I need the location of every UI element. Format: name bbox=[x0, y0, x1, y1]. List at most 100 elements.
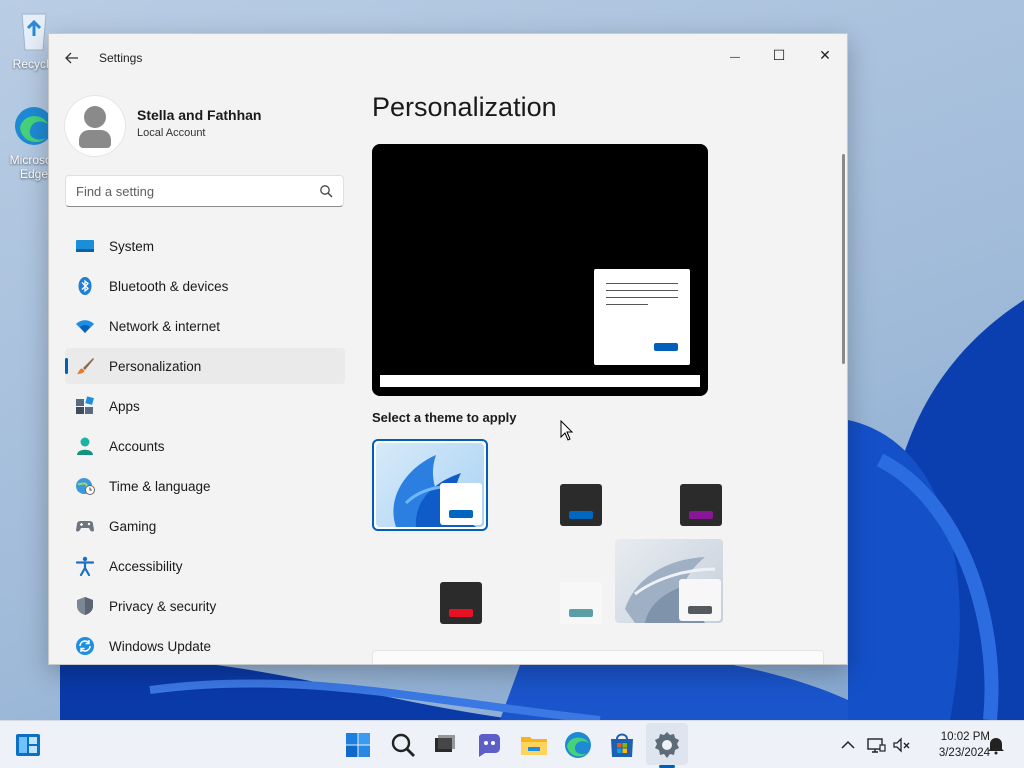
back-button[interactable] bbox=[61, 48, 83, 68]
theme-accent-pill bbox=[569, 609, 593, 617]
start-icon[interactable] bbox=[342, 729, 374, 761]
sidebar-item-label: Windows Update bbox=[109, 639, 212, 654]
settings-card[interactable] bbox=[372, 650, 824, 664]
shield-icon bbox=[77, 597, 93, 615]
theme-dark-purple[interactable] bbox=[659, 439, 775, 531]
minimize-icon: — bbox=[730, 52, 740, 63]
sidebar-item-network[interactable]: Network & internet bbox=[65, 308, 345, 344]
preview-text-line bbox=[606, 304, 648, 305]
chat-icon[interactable] bbox=[473, 729, 505, 761]
sidebar-item-label: Personalization bbox=[109, 359, 202, 374]
theme-section-label: Select a theme to apply bbox=[372, 410, 517, 425]
sidebar-item-time-language[interactable]: Time & language bbox=[65, 468, 345, 504]
volume-muted-icon[interactable] bbox=[892, 735, 912, 755]
maximize-button[interactable]: ☐ bbox=[757, 40, 801, 70]
clock-time: 10:02 PM bbox=[940, 731, 990, 743]
avatar-head-shape bbox=[84, 106, 106, 128]
search-input[interactable] bbox=[76, 182, 306, 200]
preview-text-line bbox=[606, 283, 678, 284]
search-icon[interactable] bbox=[387, 729, 419, 761]
sidebar-item-apps[interactable]: Apps bbox=[65, 388, 345, 424]
sidebar-item-label: Accessibility bbox=[109, 559, 183, 574]
settings-window: Settings — ☐ ✕ Stella and Fathhan Local … bbox=[48, 33, 848, 665]
close-icon: ✕ bbox=[819, 47, 831, 63]
widgets-icon[interactable] bbox=[12, 729, 44, 761]
avatar bbox=[65, 96, 125, 156]
close-button[interactable]: ✕ bbox=[803, 40, 847, 70]
preview-text-line bbox=[606, 297, 678, 298]
bluetooth-icon bbox=[78, 277, 92, 295]
theme-accent-pill bbox=[569, 511, 593, 519]
theme-thumbnail bbox=[376, 443, 484, 527]
profile-name: Stella and Fathhan bbox=[137, 107, 262, 123]
globe-clock-icon bbox=[76, 478, 95, 495]
preview-accent-button bbox=[654, 343, 678, 351]
window-title: Settings bbox=[99, 51, 143, 65]
theme-windows-light[interactable] bbox=[372, 439, 488, 531]
theme-card bbox=[680, 484, 722, 526]
gamepad-icon bbox=[76, 521, 94, 532]
scrollbar[interactable] bbox=[842, 154, 845, 364]
task-view-icon[interactable] bbox=[428, 729, 460, 761]
accounts-icon bbox=[77, 437, 93, 455]
sidebar-item-bluetooth[interactable]: Bluetooth & devices bbox=[65, 268, 345, 304]
sidebar-item-label: Gaming bbox=[109, 519, 157, 534]
sidebar-item-personalization[interactable]: Personalization bbox=[65, 348, 345, 384]
theme-accent-pill bbox=[449, 609, 473, 617]
clock-date: 3/23/2024 bbox=[938, 747, 990, 759]
avatar-body-shape bbox=[79, 130, 111, 148]
sidebar-item-privacy[interactable]: Privacy & security bbox=[65, 588, 345, 624]
preview-window bbox=[594, 269, 690, 365]
file-explorer-icon[interactable] bbox=[518, 729, 550, 761]
theme-glow[interactable] bbox=[613, 537, 729, 629]
search-box[interactable] bbox=[65, 175, 344, 207]
page-title: Personalization bbox=[372, 92, 557, 122]
theme-accent-pill bbox=[449, 510, 473, 518]
title-bar[interactable]: Settings — ☐ ✕ bbox=[49, 34, 847, 82]
theme-accent-pill bbox=[688, 606, 712, 614]
theme-card bbox=[560, 484, 602, 526]
notification-icon[interactable] bbox=[986, 735, 1006, 755]
sidebar-item-windows-update[interactable]: Windows Update bbox=[65, 628, 345, 664]
settings-icon[interactable] bbox=[651, 729, 683, 761]
brush-icon bbox=[77, 358, 94, 374]
preview-text-line bbox=[606, 290, 678, 291]
taskbar: 10:02 PM 3/23/2024 bbox=[0, 720, 1024, 768]
mouse-cursor-icon bbox=[560, 420, 574, 441]
system-icon bbox=[76, 240, 94, 252]
sidebar-item-label: Privacy & security bbox=[109, 599, 217, 614]
network-icon[interactable] bbox=[866, 735, 886, 755]
edge-icon[interactable] bbox=[562, 729, 594, 761]
sidebar-item-gaming[interactable]: Gaming bbox=[65, 508, 345, 544]
sidebar-item-label: Apps bbox=[109, 399, 140, 414]
theme-preview bbox=[372, 144, 708, 396]
accessibility-icon bbox=[75, 556, 95, 576]
sidebar-item-label: Time & language bbox=[109, 479, 211, 494]
minimize-button[interactable]: — bbox=[713, 40, 757, 70]
back-arrow-icon bbox=[65, 52, 78, 64]
sidebar-item-accounts[interactable]: Accounts bbox=[65, 428, 345, 464]
store-icon[interactable] bbox=[606, 729, 638, 761]
sidebar-item-system[interactable]: System bbox=[65, 228, 345, 264]
preview-taskbar bbox=[380, 375, 700, 387]
sidebar-item-label: Network & internet bbox=[109, 319, 221, 334]
theme-windows-dark[interactable] bbox=[539, 439, 655, 531]
update-icon bbox=[76, 637, 94, 655]
theme-accent-pill bbox=[689, 511, 713, 519]
chevron-up-icon[interactable] bbox=[838, 735, 858, 755]
profile-account-type: Local Account bbox=[137, 127, 206, 139]
sidebar-item-accessibility[interactable]: Accessibility bbox=[65, 548, 345, 584]
sidebar-item-label: Accounts bbox=[109, 439, 165, 454]
maximize-icon: ☐ bbox=[772, 47, 786, 63]
theme-dark-red[interactable] bbox=[419, 537, 535, 629]
search-icon[interactable] bbox=[319, 184, 333, 198]
theme-card bbox=[679, 579, 721, 621]
theme-card bbox=[440, 483, 482, 525]
theme-card bbox=[440, 582, 482, 624]
apps-icon bbox=[76, 396, 94, 414]
user-profile[interactable]: Stella and Fathhan Local Account bbox=[65, 96, 345, 156]
theme-thumbnail bbox=[615, 539, 723, 623]
sidebar-item-label: System bbox=[109, 239, 155, 254]
clock[interactable]: 10:02 PM 3/23/2024 bbox=[918, 729, 990, 761]
theme-card bbox=[560, 582, 602, 624]
